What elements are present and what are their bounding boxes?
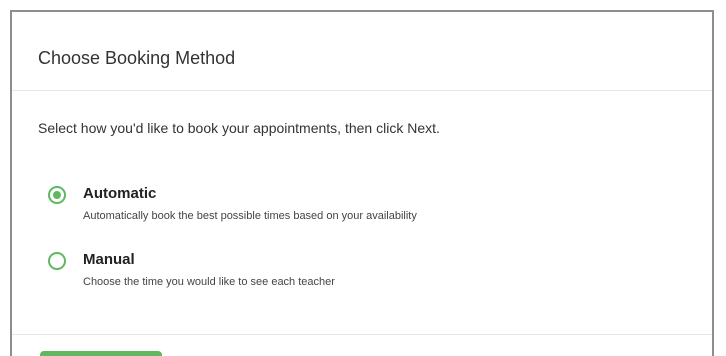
page-title: Choose Booking Method: [38, 48, 236, 68]
option-manual-description: Choose the time you would like to see ea…: [83, 276, 335, 288]
option-automatic-description: Automatically book the best possible tim…: [83, 210, 417, 222]
radio-selected-dot: [53, 191, 61, 199]
option-manual[interactable]: Manual Choose the time you would like to…: [48, 249, 668, 295]
automatic-radio-button[interactable]: [48, 186, 66, 204]
instruction-text: Select how you'd like to book your appoi…: [38, 120, 440, 136]
panel-header: Choose Booking Method: [12, 12, 712, 91]
manual-radio-button[interactable]: [48, 252, 66, 270]
option-automatic-label: Automatic: [83, 185, 157, 202]
next-button[interactable]: [40, 351, 162, 356]
option-manual-label: Manual: [83, 251, 135, 268]
booking-method-panel: Choose Booking Method Select how you'd l…: [10, 10, 714, 356]
footer-divider: [12, 334, 712, 335]
option-automatic[interactable]: Automatic Automatically book the best po…: [48, 183, 668, 229]
